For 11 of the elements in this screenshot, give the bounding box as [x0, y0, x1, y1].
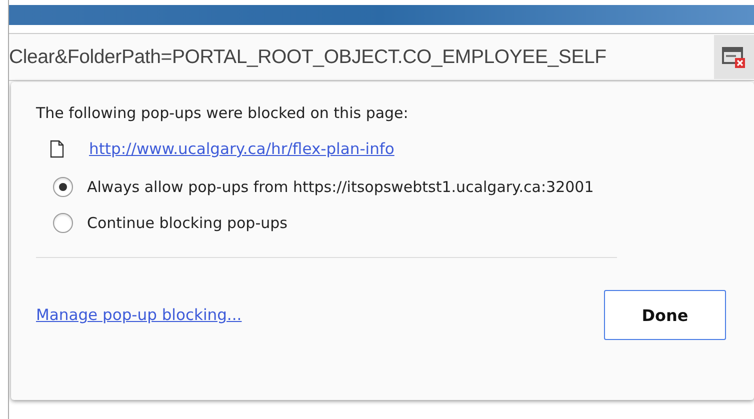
- blocked-popup-link[interactable]: http://www.ucalgary.ca/hr/flex-plan-info: [89, 140, 394, 158]
- popup-blocked-button[interactable]: [714, 35, 754, 79]
- radio-button[interactable]: [53, 177, 73, 197]
- option-label: Continue blocking pop-ups: [87, 214, 288, 232]
- page-icon: [50, 140, 64, 158]
- option-label: Always allow pop-ups from https://itsopswebtst1.ucalgary.ca:32001: [87, 178, 594, 196]
- popup-heading: The following pop-ups were blocked on this page:: [36, 104, 410, 122]
- blocked-popup-icon: [722, 46, 746, 68]
- done-button[interactable]: Done: [604, 290, 726, 340]
- radio-button[interactable]: [53, 213, 73, 233]
- manage-link[interactable]: Manage pop-up blocking...: [36, 306, 242, 324]
